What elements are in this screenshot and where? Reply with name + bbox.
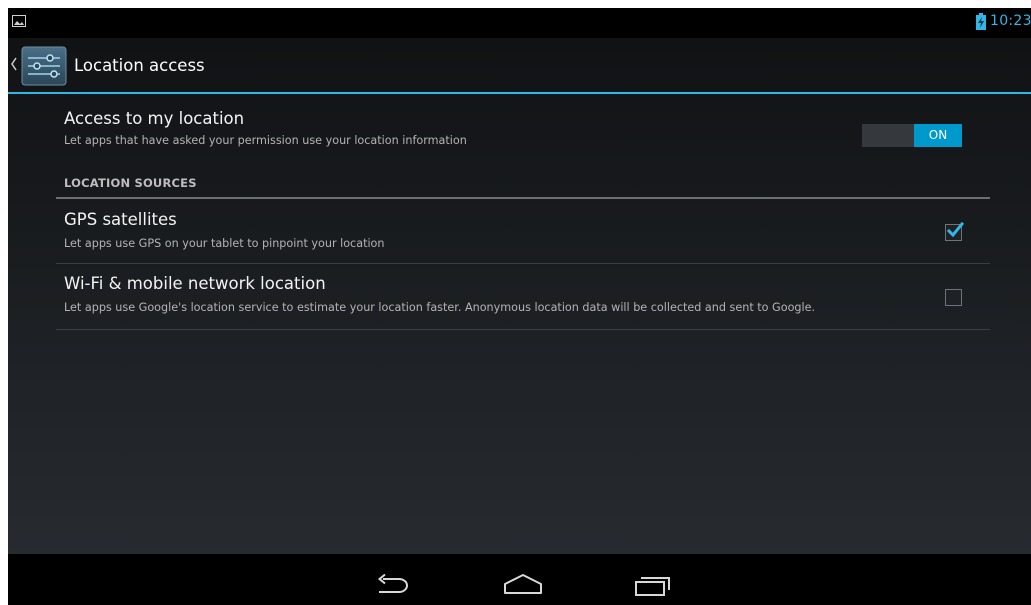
- up-caret-icon[interactable]: [10, 55, 18, 73]
- gps-checkbox[interactable]: [945, 221, 965, 241]
- recents-icon[interactable]: [633, 573, 673, 597]
- status-bar: 10:23: [8, 8, 1031, 38]
- gps-satellites-row[interactable]: GPS satellites Let apps use GPS on your …: [56, 204, 990, 262]
- wifi-summary: Let apps use Google's location service t…: [64, 301, 816, 314]
- location-access-toggle[interactable]: ON: [862, 124, 962, 147]
- wifi-checkbox[interactable]: [945, 289, 962, 306]
- gps-summary: Let apps use GPS on your tablet to pinpo…: [64, 237, 385, 250]
- wifi-mobile-location-row[interactable]: Wi-Fi & mobile network location Let apps…: [56, 269, 990, 327]
- section-divider: [56, 197, 990, 199]
- list-divider: [56, 329, 990, 330]
- action-bar-divider: [8, 92, 1031, 94]
- location-sources-header: LOCATION SOURCES: [64, 176, 197, 190]
- battery-charging-icon: [976, 13, 986, 30]
- gps-title: GPS satellites: [64, 210, 177, 229]
- checkmark-icon: [946, 221, 965, 238]
- settings-content: Location access Access to my location Le…: [8, 38, 1031, 554]
- action-bar: Location access: [8, 38, 1031, 92]
- list-divider: [56, 263, 990, 264]
- home-icon[interactable]: [502, 573, 544, 595]
- gallery-notification-icon: [12, 15, 26, 27]
- access-title: Access to my location: [64, 109, 245, 128]
- navigation-bar: [8, 554, 1031, 605]
- access-summary: Let apps that have asked your permission…: [64, 134, 467, 147]
- settings-sliders-icon[interactable]: [20, 45, 68, 87]
- tablet-screen: 10:23 Location access Access to my locat…: [8, 8, 1031, 605]
- back-icon[interactable]: [371, 574, 411, 596]
- wifi-title: Wi-Fi & mobile network location: [64, 274, 326, 293]
- access-to-my-location-row[interactable]: Access to my location Let apps that have…: [56, 104, 990, 160]
- page-title: Location access: [74, 56, 205, 75]
- toggle-on-label: ON: [914, 124, 962, 147]
- status-clock: 10:23: [990, 13, 1031, 29]
